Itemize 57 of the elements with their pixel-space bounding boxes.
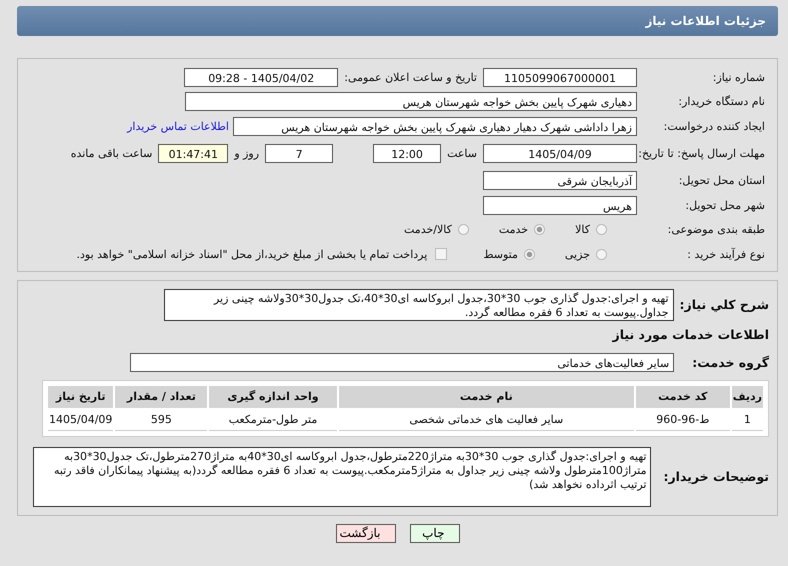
checkbox[interactable] [435, 248, 448, 260]
days-label: روز و [234, 147, 260, 160]
days-field: 7 [265, 144, 334, 163]
remaining-time-field: 01:47:41 [158, 144, 228, 163]
field-label: شرح کلي نیاز: [680, 297, 770, 312]
field-label: استان محل تحویل: [678, 174, 766, 188]
field-label: شماره نیاز: [712, 70, 766, 84]
column-header: ردیف [732, 386, 763, 408]
province-field: آذربایجان شرقی [483, 171, 637, 190]
announce-date-field: 1405/04/02 - 09:28 [184, 68, 338, 87]
column-header: کد خدمت [636, 386, 730, 408]
table-cell: ط-96-960 [636, 410, 730, 430]
field-label: تاریخ و ساعت اعلان عمومی: [344, 70, 477, 84]
payment-note: پرداخت تمام یا بخشی از مبلغ خرید،از محل "اسناد خزانه اسلامی" خواهد بود. [76, 248, 428, 261]
field-label: شهر محل تحویل: [684, 198, 766, 212]
radio-label: جزیی [564, 248, 590, 261]
section-title: اطلاعات خدمات مورد نیاز [611, 326, 770, 344]
summary-field: تهیه و اجرای:جدول گذاری جوب 30*30،جدول ابروکاسه ای30*40،تک جدول30*30ولاشه چینی زیر جداول.پیوست به تعداد 6 فقره مطالعه گردد. [164, 288, 674, 320]
service-group-field: سایر فعالیت‌های خدماتی [130, 352, 674, 372]
page-title: جزئیات اطلاعات نیاز [645, 14, 766, 28]
deadline-time-field: 12:00 [373, 144, 442, 163]
field-label: طبقه بندی موضوعی: [666, 223, 766, 236]
field-label: نام دستگاه خریدار: [677, 95, 766, 108]
deadline-date-field: 1405/04/09 [483, 144, 637, 163]
table-cell: 595 [115, 410, 208, 430]
field-label: توضیحات خریدار: [663, 469, 770, 484]
buyer-field: دهیاری شهرک پایین بخش خواجه شهرستان هریس [185, 92, 637, 112]
table-cell: 1405/04/09 [48, 410, 114, 430]
field-label: ایجاد کننده درخواست: [662, 120, 766, 133]
column-header: واحد اندازه گیری [209, 386, 337, 408]
radio-label: کالا/خدمت [404, 223, 452, 236]
creator-field: زهرا داداشی شهرک دهیار دهیاری شهرک پایین بخش خواجه شهرستان هریس [233, 116, 637, 136]
table-cell: سایر فعالیت های خدماتی شخصی [338, 410, 634, 430]
radio-label: خدمت [498, 223, 528, 236]
radio-button[interactable] [534, 224, 546, 236]
buyer-contact-link[interactable]: اطلاعات تماس خریدار [127, 120, 229, 133]
column-header: نام خدمت [338, 386, 634, 408]
radio-button[interactable] [596, 224, 607, 236]
radio-button[interactable] [458, 224, 469, 236]
radio-button[interactable] [524, 248, 535, 260]
radio-button[interactable] [596, 248, 607, 260]
back-button[interactable]: بازگشت [336, 524, 396, 542]
field-label: نوع فرآیند خرید : [686, 248, 766, 261]
buyer-notes-field: تهیه و اجرای:جدول گذاری جوب 30*30به متراژ220مترطول،جدول ابروکاسه ای30*40به متراژ270مترطول،تک جدول30*30به متراژ100مترطول ولاشه چینی زیر جداول به متراژ5مترمکعب.پیوست به تعداد 6 فقره مطالعه گردد(به پیشنهاد پیمانکاران فاقد رتبه ترتیب اثرداده نخواهد شد) [33, 446, 652, 506]
city-field: هریس [483, 196, 637, 215]
table-cell: متر طول-مترمکعب [209, 410, 337, 430]
need-number-field: 1105099067000001 [483, 68, 637, 87]
radio-label: کالا [575, 223, 590, 236]
field-label: گروه خدمت: [692, 354, 770, 370]
remaining-label: ساعت باقی مانده [70, 147, 152, 160]
radio-label: متوسط [483, 248, 518, 261]
field-label: مهلت ارسال پاسخ: تا تاریخ: [637, 146, 766, 160]
table-cell: 1 [732, 410, 763, 430]
column-header: تاریخ نیاز [48, 386, 114, 408]
time-label: ساعت [447, 147, 477, 160]
print-button[interactable]: چاپ [410, 524, 460, 542]
column-header: تعداد / مقدار [115, 386, 208, 408]
